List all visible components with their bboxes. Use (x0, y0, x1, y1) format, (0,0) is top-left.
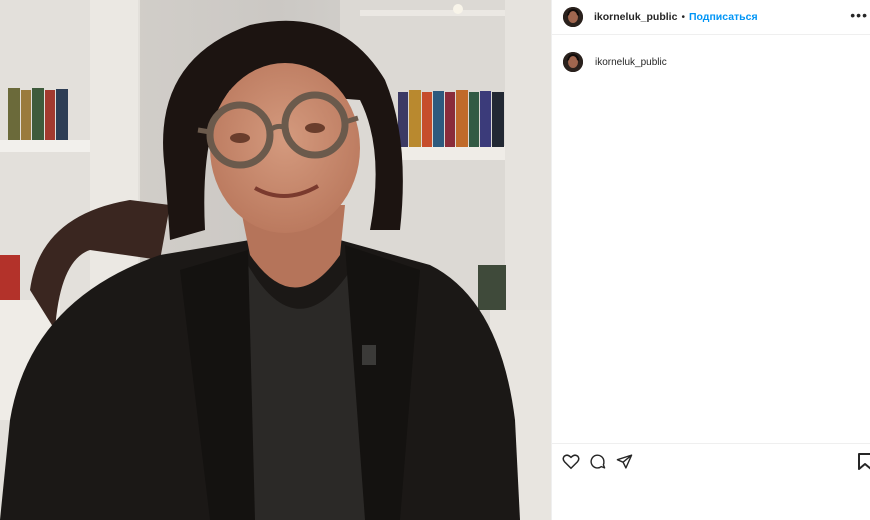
bookmark-icon[interactable] (858, 453, 870, 475)
more-options-icon[interactable]: ••• (850, 8, 868, 22)
separator-dot: • (681, 11, 685, 23)
share-icon[interactable] (616, 453, 633, 475)
post-photo[interactable] (0, 0, 551, 520)
comment-icon[interactable] (589, 453, 606, 475)
avatar[interactable] (563, 7, 583, 27)
caption-avatar-image (563, 52, 583, 72)
caption-username[interactable]: ikorneluk_public (595, 57, 667, 68)
post-side-panel: ikorneluk_public • Подписаться ••• ikorn… (551, 0, 870, 520)
action-bar (552, 443, 870, 478)
heart-icon[interactable] (562, 453, 580, 475)
caption-row: ikorneluk_public (563, 52, 667, 72)
header-username[interactable]: ikorneluk_public (594, 11, 677, 23)
caption-avatar[interactable] (563, 52, 583, 72)
post-header: ikorneluk_public • Подписаться ••• (552, 0, 870, 35)
post-photo-image (0, 0, 551, 520)
follow-button[interactable]: Подписаться (689, 11, 758, 23)
avatar-image (563, 7, 583, 27)
